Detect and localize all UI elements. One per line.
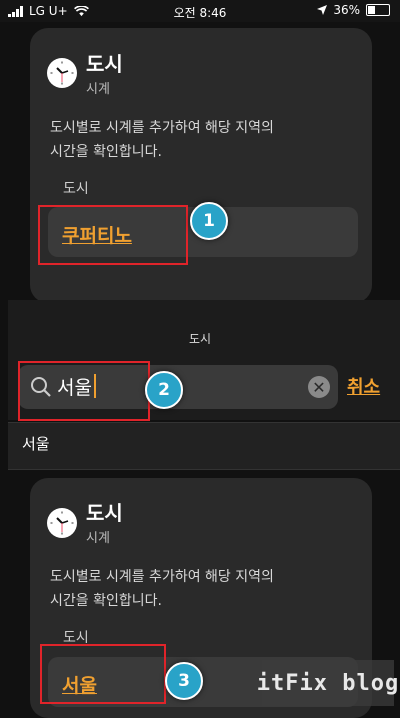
watermark: itFix blog [257, 660, 398, 706]
clock-icon [47, 508, 77, 538]
clock-icon [47, 58, 77, 88]
city-field-label: 도시 [63, 181, 89, 197]
battery-icon [366, 4, 390, 16]
cancel-button[interactable]: 취소 [347, 373, 380, 399]
widget-title: 도시 [86, 501, 123, 525]
widget-description: 도시별로 시계를 추가하여 해당 지역의 시간을 확인합니다. [50, 116, 350, 164]
description-line-2: 시간을 확인합니다. [50, 593, 162, 609]
battery-percent: 36% [333, 3, 360, 17]
search-result-row[interactable] [8, 422, 400, 470]
widget-title: 도시 [86, 52, 123, 76]
highlight-box-1 [38, 205, 188, 265]
clear-search-icon[interactable]: ✕ [308, 376, 330, 398]
widget-subtitle: 시계 [86, 82, 110, 97]
status-bar: LG U+ 오전 8:46 36% [0, 0, 400, 22]
highlight-box-3 [40, 644, 166, 704]
highlight-box-2 [18, 361, 150, 421]
description-line-2: 시간을 확인합니다. [50, 144, 162, 160]
watermark-suffix: blog [342, 670, 400, 696]
search-result-label[interactable]: 서울 [22, 433, 50, 454]
search-sheet-title: 도시 [188, 332, 212, 346]
watermark-prefix: itFix [256, 670, 328, 696]
widget-subtitle: 시계 [86, 531, 110, 546]
step-badge-3: 3 [165, 662, 203, 700]
description-line-1: 도시별로 시계를 추가하여 해당 지역의 [50, 569, 274, 585]
widget-description: 도시별로 시계를 추가하여 해당 지역의 시간을 확인합니다. [50, 565, 350, 613]
location-arrow-icon [317, 5, 328, 15]
step-badge-1: 1 [190, 202, 228, 240]
step-badge-2: 2 [145, 371, 183, 409]
description-line-1: 도시별로 시계를 추가하여 해당 지역의 [50, 120, 274, 136]
